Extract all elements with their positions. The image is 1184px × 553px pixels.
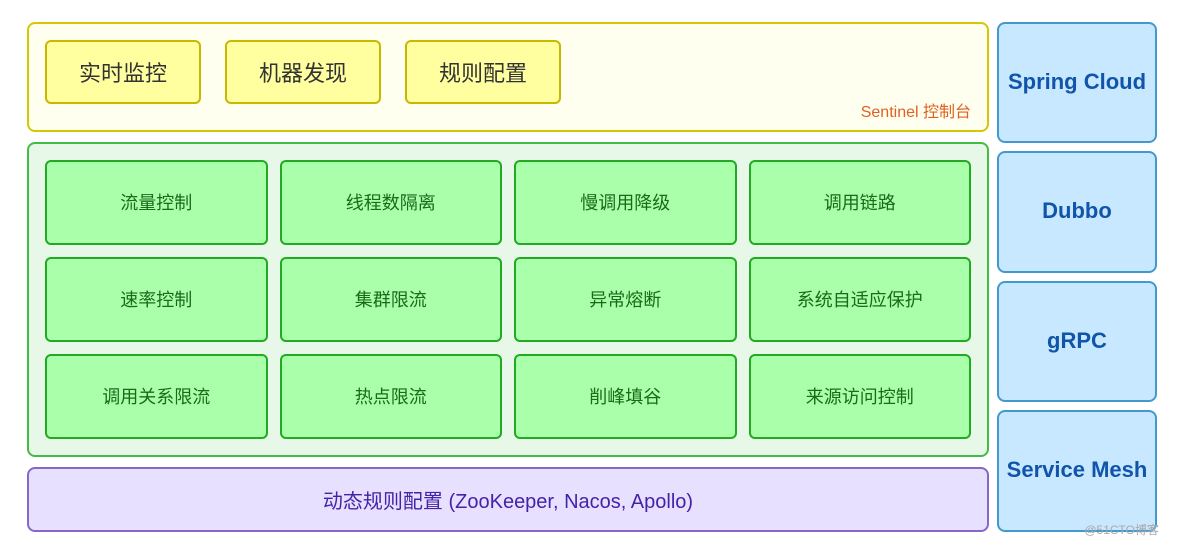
- features-row-3: 调用关系限流 热点限流 削峰填谷 来源访问控制: [45, 354, 971, 439]
- feature-slow-degradation: 慢调用降级: [514, 160, 737, 245]
- feature-circuit-breaker: 异常熔断: [514, 257, 737, 342]
- left-panel: 实时监控 机器发现 规则配置 Sentinel 控制台 流量控制 线程数隔离 慢…: [27, 22, 989, 532]
- watermark: @51CTO博客: [1084, 521, 1159, 538]
- dynamic-rules-section: 动态规则配置 (ZooKeeper, Nacos, Apollo): [27, 467, 989, 532]
- sentinel-box-rules: 规则配置: [405, 40, 561, 104]
- sentinel-box-realtime: 实时监控: [45, 40, 201, 104]
- feature-source-access-control: 来源访问控制: [749, 354, 972, 439]
- features-row-2: 速率控制 集群限流 异常熔断 系统自适应保护: [45, 257, 971, 342]
- sentinel-label: Sentinel 控制台: [861, 98, 971, 122]
- feature-thread-isolation: 线程数隔离: [280, 160, 503, 245]
- feature-adaptive-protection: 系统自适应保护: [749, 257, 972, 342]
- feature-peak-shaving: 削峰填谷: [514, 354, 737, 439]
- right-box-dubbo: Dubbo: [997, 151, 1157, 273]
- feature-hotspot-limit: 热点限流: [280, 354, 503, 439]
- right-panel: Spring Cloud Dubbo gRPC Service Mesh: [997, 22, 1157, 532]
- sentinel-section: 实时监控 机器发现 规则配置 Sentinel 控制台: [27, 22, 989, 132]
- feature-flow-control: 流量控制: [45, 160, 268, 245]
- feature-call-relation-limit: 调用关系限流: [45, 354, 268, 439]
- feature-rate-control: 速率控制: [45, 257, 268, 342]
- sentinel-box-machine: 机器发现: [225, 40, 381, 104]
- right-box-grpc: gRPC: [997, 281, 1157, 403]
- features-section: 流量控制 线程数隔离 慢调用降级 调用链路 速率控制 集群限流 异常熔断 系统自…: [27, 142, 989, 457]
- main-container: 实时监控 机器发现 规则配置 Sentinel 控制台 流量控制 线程数隔离 慢…: [17, 12, 1167, 542]
- features-row-1: 流量控制 线程数隔离 慢调用降级 调用链路: [45, 160, 971, 245]
- dynamic-rules-label: 动态规则配置 (ZooKeeper, Nacos, Apollo): [323, 485, 693, 514]
- feature-cluster-limit: 集群限流: [280, 257, 503, 342]
- right-box-spring-cloud: Spring Cloud: [997, 22, 1157, 144]
- sentinel-boxes: 实时监控 机器发现 规则配置: [45, 40, 971, 104]
- right-box-service-mesh: Service Mesh: [997, 410, 1157, 532]
- feature-call-chain: 调用链路: [749, 160, 972, 245]
